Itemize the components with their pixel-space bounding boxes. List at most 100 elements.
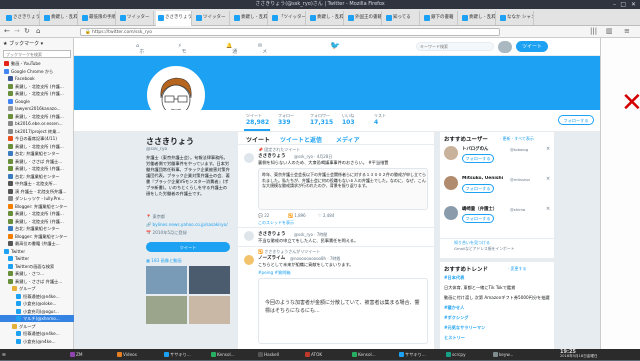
reco-follow-button[interactable]: フォローする (462, 184, 494, 193)
twitter-bird-icon[interactable]: 🐦 (330, 41, 340, 50)
reco-refresh-link[interactable]: · 更新 · すべて表示 (500, 136, 534, 142)
trend-item[interactable]: #寝かせ人 (444, 305, 550, 311)
tab-media[interactable]: メディア (336, 135, 360, 144)
bookmark-item[interactable]: Twitter (0, 248, 74, 255)
tweet-avatar[interactable] (244, 153, 254, 163)
bookmark-item[interactable]: 奏鍵し - 北陸支所 (弁護... (0, 113, 74, 120)
trend-item[interactable]: 日大体育, 東都と一緒にTik Tokで鑑賞 (444, 285, 550, 291)
browser-tab[interactable]: ツイッター (118, 11, 154, 25)
stat-item[interactable]: リスト 4 (374, 113, 386, 126)
bookmark-item[interactable]: 奏鍵し - 北陸支所 (弁護... (0, 83, 74, 90)
retweet-count[interactable]: 🔁 1,896 (288, 213, 306, 218)
bookmark-item[interactable]: 奏鍵し - 北陸支所 (弁護... (0, 90, 74, 97)
nav-moments[interactable]: ⚡ モーメント (178, 43, 187, 83)
bookmark-item[interactable]: Google Chrome から (0, 68, 74, 75)
bookmark-item[interactable]: 奏鍵し - 北陸支所 (弁護... (0, 218, 74, 225)
browser-tab[interactable]: ツイッター (194, 11, 230, 25)
reco-avatar[interactable] (444, 176, 458, 190)
tweet-author[interactable]: ささきりょう (258, 153, 286, 159)
tweet-author[interactable]: ノーズライム (258, 255, 285, 261)
media-thumbnail-3[interactable] (146, 296, 187, 324)
profile-link[interactable]: 🔗 bylines.news.yahoo.co.jp/sasakiryo/ (146, 222, 230, 228)
menu-icon[interactable]: ≡ (624, 27, 630, 35)
bookmark-item[interactable]: 奏鍵し - 北陸支所 (弁護... (0, 143, 74, 150)
reco-avatar[interactable] (444, 146, 458, 160)
tweet-avatar[interactable] (244, 231, 254, 241)
taskbar-item[interactable]: Haskell (258, 351, 302, 358)
browser-tab[interactable]: 知ってる (384, 11, 420, 25)
bookmark-item[interactable]: bk2017/project 終業... (0, 128, 74, 135)
stat-item[interactable]: ツイート 28,982 (246, 113, 269, 126)
bookmark-item[interactable]: Facebook (0, 75, 74, 82)
library-icon[interactable]: ||| (590, 27, 597, 35)
browser-tab[interactable]: 奏鍵し - 乱粋 (308, 11, 344, 25)
bookmark-item[interactable]: Google (0, 98, 74, 105)
dismiss-icon[interactable]: × (546, 146, 550, 152)
start-menu-icon[interactable]: ☰ (2, 351, 12, 358)
bookmark-item[interactable]: グループ (0, 285, 74, 292)
media-thumbnail-4[interactable] (189, 296, 230, 324)
stat-item[interactable]: フォロワー 17,315 (310, 113, 333, 126)
dismiss-icon[interactable]: × (546, 206, 550, 212)
profile-tweet-button[interactable]: ツイート (146, 242, 230, 252)
taskbar-item[interactable]: scrcpy (446, 351, 490, 358)
dismiss-icon[interactable]: × (546, 176, 550, 182)
media-label[interactable]: ▦ 183 画像と動画 (146, 258, 182, 264)
bookmark-item[interactable]: lawyers2016kanazo... (0, 105, 74, 112)
tweet-image[interactable]: 今回のような加害者が金額に分散していて、被害者は集まる場合、響標はそちらになるに… (258, 278, 428, 344)
follow-button[interactable]: フォローする (558, 115, 594, 125)
bookmark-item[interactable]: 奏鍵し - さつ... (0, 270, 74, 277)
trend-item[interactable]: #ボクシング (444, 315, 550, 321)
browser-tab[interactable]: ささきりょう (4, 11, 40, 25)
bookmark-item[interactable]: 奏鍵し - ささば 弁護士... (0, 278, 74, 285)
like-count[interactable]: ♡ 2,484 (318, 213, 334, 218)
show-thread-link[interactable]: このスレッドを表示 (258, 220, 294, 226)
bookmark-item[interactable]: 台北: 弁護業組センター (0, 150, 74, 157)
bookmark-item[interactable]: Twitter (0, 255, 74, 262)
reco-follow-button[interactable]: フォローする (462, 214, 494, 223)
reco-follow-button[interactable]: フォローする (462, 154, 494, 163)
tweet-hashtags[interactable]: #peing #質問箱 (258, 270, 291, 276)
stat-item[interactable]: いいね 103 (342, 113, 355, 126)
bookmark-item[interactable]: 奏鍵し - 北陸支所 (弁護... (0, 210, 74, 217)
bookmark-item[interactable]: 今日の着席記事(4/11) (0, 135, 74, 142)
browser-tab[interactable]: 銀下の書籍 (422, 11, 458, 25)
nav-home[interactable]: ⌂ ホーム (136, 43, 144, 69)
bookmark-item[interactable]: Blogger: 弁護業組センター (0, 203, 74, 210)
bookmark-item[interactable]: 台北: 弁護業組センター (0, 225, 74, 232)
bookmark-item[interactable]: bk2016.ebe.or.essen... (0, 120, 74, 127)
bookmark-item[interactable]: 小倉充(@oloke... (0, 300, 74, 307)
browser-tab[interactable]: 奏鍵し - 乱粋 (42, 11, 78, 25)
forward-icon[interactable]: → (14, 27, 20, 35)
url-bar[interactable]: 🔒 https://twitter.com/ssk_ryo (80, 28, 500, 36)
bookmark-item[interactable]: Twitterの画面な検索 (0, 263, 74, 270)
tweet-button[interactable]: ツイート (516, 41, 548, 52)
media-thumbnail-1[interactable] (146, 266, 187, 294)
reco-handle[interactable]: @shima (510, 207, 550, 212)
taskbar-item[interactable]: Videos (117, 351, 161, 358)
avatar[interactable] (498, 41, 512, 53)
reco-handle[interactable]: @tobalog (510, 147, 550, 152)
bookmark-item[interactable]: 恒尊通使(@n4ke... (0, 293, 74, 300)
media-thumbnail-2[interactable] (189, 266, 230, 294)
taskbar-item[interactable]: Kensol... (211, 351, 255, 358)
bookmark-item[interactable]: 奏鍵し - ささば 弁護士... (0, 158, 74, 165)
trend-item[interactable]: ヒストリー (444, 335, 550, 341)
tweet-author[interactable]: ささきりょう (258, 231, 286, 237)
browser-tab[interactable]: 「ツイッター」 (270, 11, 306, 25)
profile-handle[interactable]: @ssk_ryo (146, 147, 167, 152)
bookmark-item[interactable]: 恒尊通使(@n4ke... (0, 330, 74, 337)
tab-tweets[interactable]: ツイート (246, 135, 270, 144)
back-icon[interactable]: ← (4, 27, 10, 35)
bookmark-item[interactable]: 奏鍵し - 北陸支所 (弁護... (0, 165, 74, 172)
reco-handle[interactable]: @mitsukoi (510, 177, 550, 182)
taskbar-item[interactable]: keyw... (493, 351, 537, 358)
bookmark-item[interactable]: マルチ(@xhnmo... (0, 315, 74, 322)
reco-avatar[interactable] (444, 206, 458, 220)
twitter-search-input[interactable] (416, 42, 494, 51)
bookmark-item[interactable]: 演 弁護士 - 北陸支所弁護... (0, 188, 74, 195)
trends-change-link[interactable]: · 変更する (508, 266, 527, 272)
reply-count[interactable]: 💬 22 (258, 213, 269, 218)
nav-messages[interactable]: ✉ メッセージ (258, 43, 267, 83)
bookmark-item[interactable]: 台北: 弁護業組センター (0, 173, 74, 180)
